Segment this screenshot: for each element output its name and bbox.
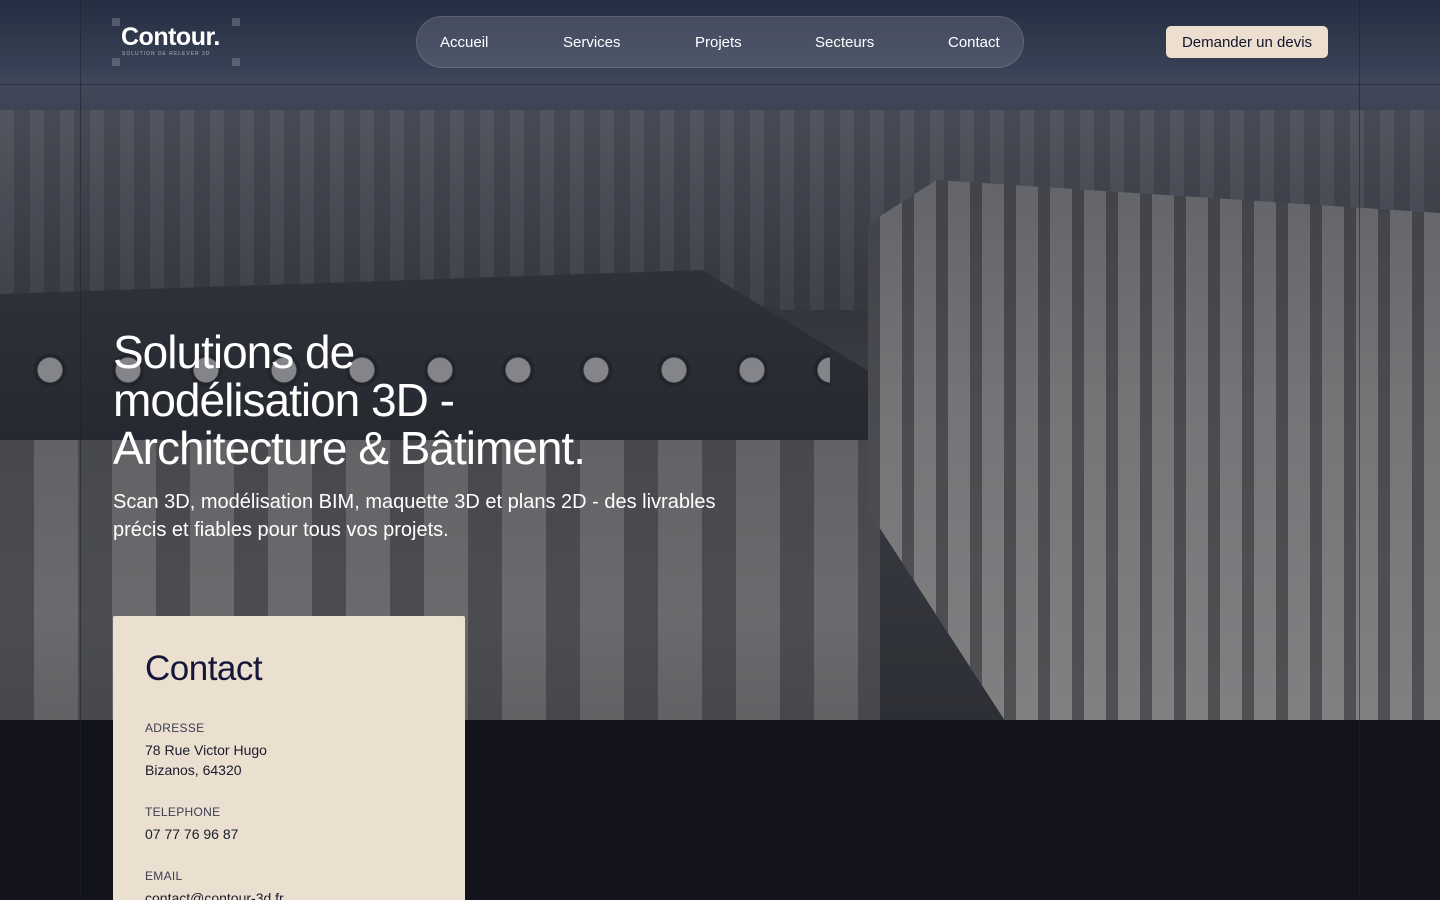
logo-corner [112, 58, 120, 66]
phone-label: TELEPHONE [145, 805, 221, 819]
phone-link[interactable]: 07 77 76 96 87 [145, 824, 238, 844]
address-line-1: 78 Rue Victor Hugo [145, 742, 267, 758]
grid-line-left [80, 0, 81, 900]
logo-corner [232, 58, 240, 66]
email-label: EMAIL [145, 869, 183, 883]
hero-title-line: modélisation 3D - [113, 374, 455, 426]
logo-corner [112, 18, 120, 26]
address-label: ADRESSE [145, 721, 205, 735]
hero-title-line: Solutions de [113, 326, 355, 378]
hero-title-line: Architecture & Bâtiment. [113, 422, 586, 474]
nav-link-contact[interactable]: Contact [948, 34, 1000, 51]
hero-title: Solutions de modélisation 3D - Architect… [113, 328, 713, 472]
header-divider [0, 84, 1440, 85]
hero-subtitle: Scan 3D, modélisation BIM, maquette 3D e… [113, 491, 716, 541]
nav-link-services[interactable]: Services [563, 34, 621, 51]
logo-wordmark: Contour. [121, 23, 220, 51]
nav-link-secteurs[interactable]: Secteurs [815, 34, 874, 51]
logo-tagline: SOLUTION DE RELEVER 3D [122, 51, 211, 57]
request-quote-button[interactable]: Demander un devis [1166, 26, 1328, 58]
nav-link-accueil[interactable]: Accueil [440, 34, 488, 51]
logo-corner [232, 18, 240, 26]
address-line-2: Bizanos, 64320 [145, 762, 242, 778]
contact-card: Contact ADRESSE 78 Rue Victor Hugo Bizan… [113, 616, 465, 900]
nav-link-projets[interactable]: Projets [695, 34, 742, 51]
grid-line-right [1359, 0, 1360, 900]
email-link[interactable]: contact@contour-3d.fr [145, 888, 284, 900]
contact-card-title: Contact [145, 649, 263, 688]
main-nav: Accueil Services Projets Secteurs Contac… [416, 16, 1024, 68]
logo[interactable]: Contour. SOLUTION DE RELEVER 3D [112, 18, 240, 66]
